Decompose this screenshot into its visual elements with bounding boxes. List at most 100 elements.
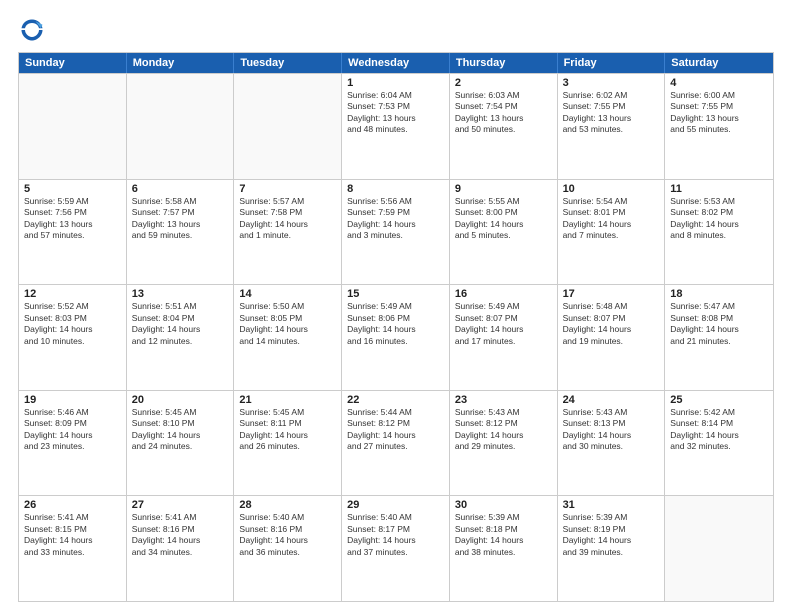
day-cell-1: 1Sunrise: 6:04 AMSunset: 7:53 PMDaylight…: [342, 74, 450, 179]
day-info: Sunrise: 5:56 AMSunset: 7:59 PMDaylight:…: [347, 196, 444, 242]
day-cell-9: 9Sunrise: 5:55 AMSunset: 8:00 PMDaylight…: [450, 180, 558, 285]
day-info: Sunrise: 5:58 AMSunset: 7:57 PMDaylight:…: [132, 196, 229, 242]
logo: [18, 16, 50, 44]
day-info: Sunrise: 5:55 AMSunset: 8:00 PMDaylight:…: [455, 196, 552, 242]
day-number: 19: [24, 394, 121, 406]
day-cell-16: 16Sunrise: 5:49 AMSunset: 8:07 PMDayligh…: [450, 285, 558, 390]
day-info: Sunrise: 5:54 AMSunset: 8:01 PMDaylight:…: [563, 196, 660, 242]
day-number: 7: [239, 183, 336, 195]
day-cell-8: 8Sunrise: 5:56 AMSunset: 7:59 PMDaylight…: [342, 180, 450, 285]
calendar-row: 5Sunrise: 5:59 AMSunset: 7:56 PMDaylight…: [19, 179, 773, 285]
day-info: Sunrise: 5:49 AMSunset: 8:06 PMDaylight:…: [347, 301, 444, 347]
day-info: Sunrise: 5:47 AMSunset: 8:08 PMDaylight:…: [670, 301, 768, 347]
day-cell-6: 6Sunrise: 5:58 AMSunset: 7:57 PMDaylight…: [127, 180, 235, 285]
calendar-row: 1Sunrise: 6:04 AMSunset: 7:53 PMDaylight…: [19, 73, 773, 179]
empty-cell: [127, 74, 235, 179]
day-info: Sunrise: 5:50 AMSunset: 8:05 PMDaylight:…: [239, 301, 336, 347]
day-number: 24: [563, 394, 660, 406]
calendar-row: 19Sunrise: 5:46 AMSunset: 8:09 PMDayligh…: [19, 390, 773, 496]
day-cell-14: 14Sunrise: 5:50 AMSunset: 8:05 PMDayligh…: [234, 285, 342, 390]
header-cell-sunday: Sunday: [19, 53, 127, 73]
day-number: 15: [347, 288, 444, 300]
day-info: Sunrise: 5:39 AMSunset: 8:18 PMDaylight:…: [455, 512, 552, 558]
day-number: 5: [24, 183, 121, 195]
day-info: Sunrise: 5:41 AMSunset: 8:16 PMDaylight:…: [132, 512, 229, 558]
calendar-header: SundayMondayTuesdayWednesdayThursdayFrid…: [19, 53, 773, 73]
day-info: Sunrise: 5:39 AMSunset: 8:19 PMDaylight:…: [563, 512, 660, 558]
day-cell-7: 7Sunrise: 5:57 AMSunset: 7:58 PMDaylight…: [234, 180, 342, 285]
day-cell-20: 20Sunrise: 5:45 AMSunset: 8:10 PMDayligh…: [127, 391, 235, 496]
day-number: 20: [132, 394, 229, 406]
day-info: Sunrise: 5:45 AMSunset: 8:11 PMDaylight:…: [239, 407, 336, 453]
day-cell-13: 13Sunrise: 5:51 AMSunset: 8:04 PMDayligh…: [127, 285, 235, 390]
day-cell-26: 26Sunrise: 5:41 AMSunset: 8:15 PMDayligh…: [19, 496, 127, 601]
day-info: Sunrise: 5:57 AMSunset: 7:58 PMDaylight:…: [239, 196, 336, 242]
day-cell-25: 25Sunrise: 5:42 AMSunset: 8:14 PMDayligh…: [665, 391, 773, 496]
day-number: 3: [563, 77, 660, 89]
day-cell-5: 5Sunrise: 5:59 AMSunset: 7:56 PMDaylight…: [19, 180, 127, 285]
day-number: 10: [563, 183, 660, 195]
day-number: 21: [239, 394, 336, 406]
day-number: 29: [347, 499, 444, 511]
day-cell-3: 3Sunrise: 6:02 AMSunset: 7:55 PMDaylight…: [558, 74, 666, 179]
day-cell-11: 11Sunrise: 5:53 AMSunset: 8:02 PMDayligh…: [665, 180, 773, 285]
calendar-body: 1Sunrise: 6:04 AMSunset: 7:53 PMDaylight…: [19, 73, 773, 601]
day-info: Sunrise: 5:42 AMSunset: 8:14 PMDaylight:…: [670, 407, 768, 453]
day-number: 23: [455, 394, 552, 406]
day-cell-12: 12Sunrise: 5:52 AMSunset: 8:03 PMDayligh…: [19, 285, 127, 390]
day-number: 4: [670, 77, 768, 89]
day-info: Sunrise: 5:40 AMSunset: 8:16 PMDaylight:…: [239, 512, 336, 558]
calendar: SundayMondayTuesdayWednesdayThursdayFrid…: [18, 52, 774, 602]
day-number: 11: [670, 183, 768, 195]
day-info: Sunrise: 5:40 AMSunset: 8:17 PMDaylight:…: [347, 512, 444, 558]
day-info: Sunrise: 5:51 AMSunset: 8:04 PMDaylight:…: [132, 301, 229, 347]
day-info: Sunrise: 5:45 AMSunset: 8:10 PMDaylight:…: [132, 407, 229, 453]
day-number: 27: [132, 499, 229, 511]
day-number: 16: [455, 288, 552, 300]
day-cell-10: 10Sunrise: 5:54 AMSunset: 8:01 PMDayligh…: [558, 180, 666, 285]
day-cell-2: 2Sunrise: 6:03 AMSunset: 7:54 PMDaylight…: [450, 74, 558, 179]
day-number: 26: [24, 499, 121, 511]
day-number: 12: [24, 288, 121, 300]
logo-icon: [18, 16, 46, 44]
day-info: Sunrise: 5:46 AMSunset: 8:09 PMDaylight:…: [24, 407, 121, 453]
empty-cell: [234, 74, 342, 179]
day-info: Sunrise: 5:59 AMSunset: 7:56 PMDaylight:…: [24, 196, 121, 242]
day-info: Sunrise: 5:53 AMSunset: 8:02 PMDaylight:…: [670, 196, 768, 242]
day-info: Sunrise: 6:03 AMSunset: 7:54 PMDaylight:…: [455, 90, 552, 136]
day-number: 17: [563, 288, 660, 300]
day-cell-29: 29Sunrise: 5:40 AMSunset: 8:17 PMDayligh…: [342, 496, 450, 601]
day-cell-18: 18Sunrise: 5:47 AMSunset: 8:08 PMDayligh…: [665, 285, 773, 390]
day-cell-30: 30Sunrise: 5:39 AMSunset: 8:18 PMDayligh…: [450, 496, 558, 601]
day-info: Sunrise: 5:41 AMSunset: 8:15 PMDaylight:…: [24, 512, 121, 558]
calendar-row: 12Sunrise: 5:52 AMSunset: 8:03 PMDayligh…: [19, 284, 773, 390]
day-info: Sunrise: 6:02 AMSunset: 7:55 PMDaylight:…: [563, 90, 660, 136]
day-info: Sunrise: 6:00 AMSunset: 7:55 PMDaylight:…: [670, 90, 768, 136]
day-number: 18: [670, 288, 768, 300]
day-cell-23: 23Sunrise: 5:43 AMSunset: 8:12 PMDayligh…: [450, 391, 558, 496]
day-cell-21: 21Sunrise: 5:45 AMSunset: 8:11 PMDayligh…: [234, 391, 342, 496]
header-cell-monday: Monday: [127, 53, 235, 73]
day-info: Sunrise: 6:04 AMSunset: 7:53 PMDaylight:…: [347, 90, 444, 136]
calendar-row: 26Sunrise: 5:41 AMSunset: 8:15 PMDayligh…: [19, 495, 773, 601]
day-info: Sunrise: 5:48 AMSunset: 8:07 PMDaylight:…: [563, 301, 660, 347]
day-number: 28: [239, 499, 336, 511]
day-number: 22: [347, 394, 444, 406]
day-info: Sunrise: 5:49 AMSunset: 8:07 PMDaylight:…: [455, 301, 552, 347]
day-number: 9: [455, 183, 552, 195]
day-number: 8: [347, 183, 444, 195]
day-number: 31: [563, 499, 660, 511]
day-info: Sunrise: 5:43 AMSunset: 8:13 PMDaylight:…: [563, 407, 660, 453]
day-cell-31: 31Sunrise: 5:39 AMSunset: 8:19 PMDayligh…: [558, 496, 666, 601]
empty-cell: [19, 74, 127, 179]
day-cell-28: 28Sunrise: 5:40 AMSunset: 8:16 PMDayligh…: [234, 496, 342, 601]
day-number: 14: [239, 288, 336, 300]
day-number: 30: [455, 499, 552, 511]
day-cell-22: 22Sunrise: 5:44 AMSunset: 8:12 PMDayligh…: [342, 391, 450, 496]
day-number: 13: [132, 288, 229, 300]
day-number: 2: [455, 77, 552, 89]
day-info: Sunrise: 5:44 AMSunset: 8:12 PMDaylight:…: [347, 407, 444, 453]
day-info: Sunrise: 5:43 AMSunset: 8:12 PMDaylight:…: [455, 407, 552, 453]
day-info: Sunrise: 5:52 AMSunset: 8:03 PMDaylight:…: [24, 301, 121, 347]
header-cell-tuesday: Tuesday: [234, 53, 342, 73]
